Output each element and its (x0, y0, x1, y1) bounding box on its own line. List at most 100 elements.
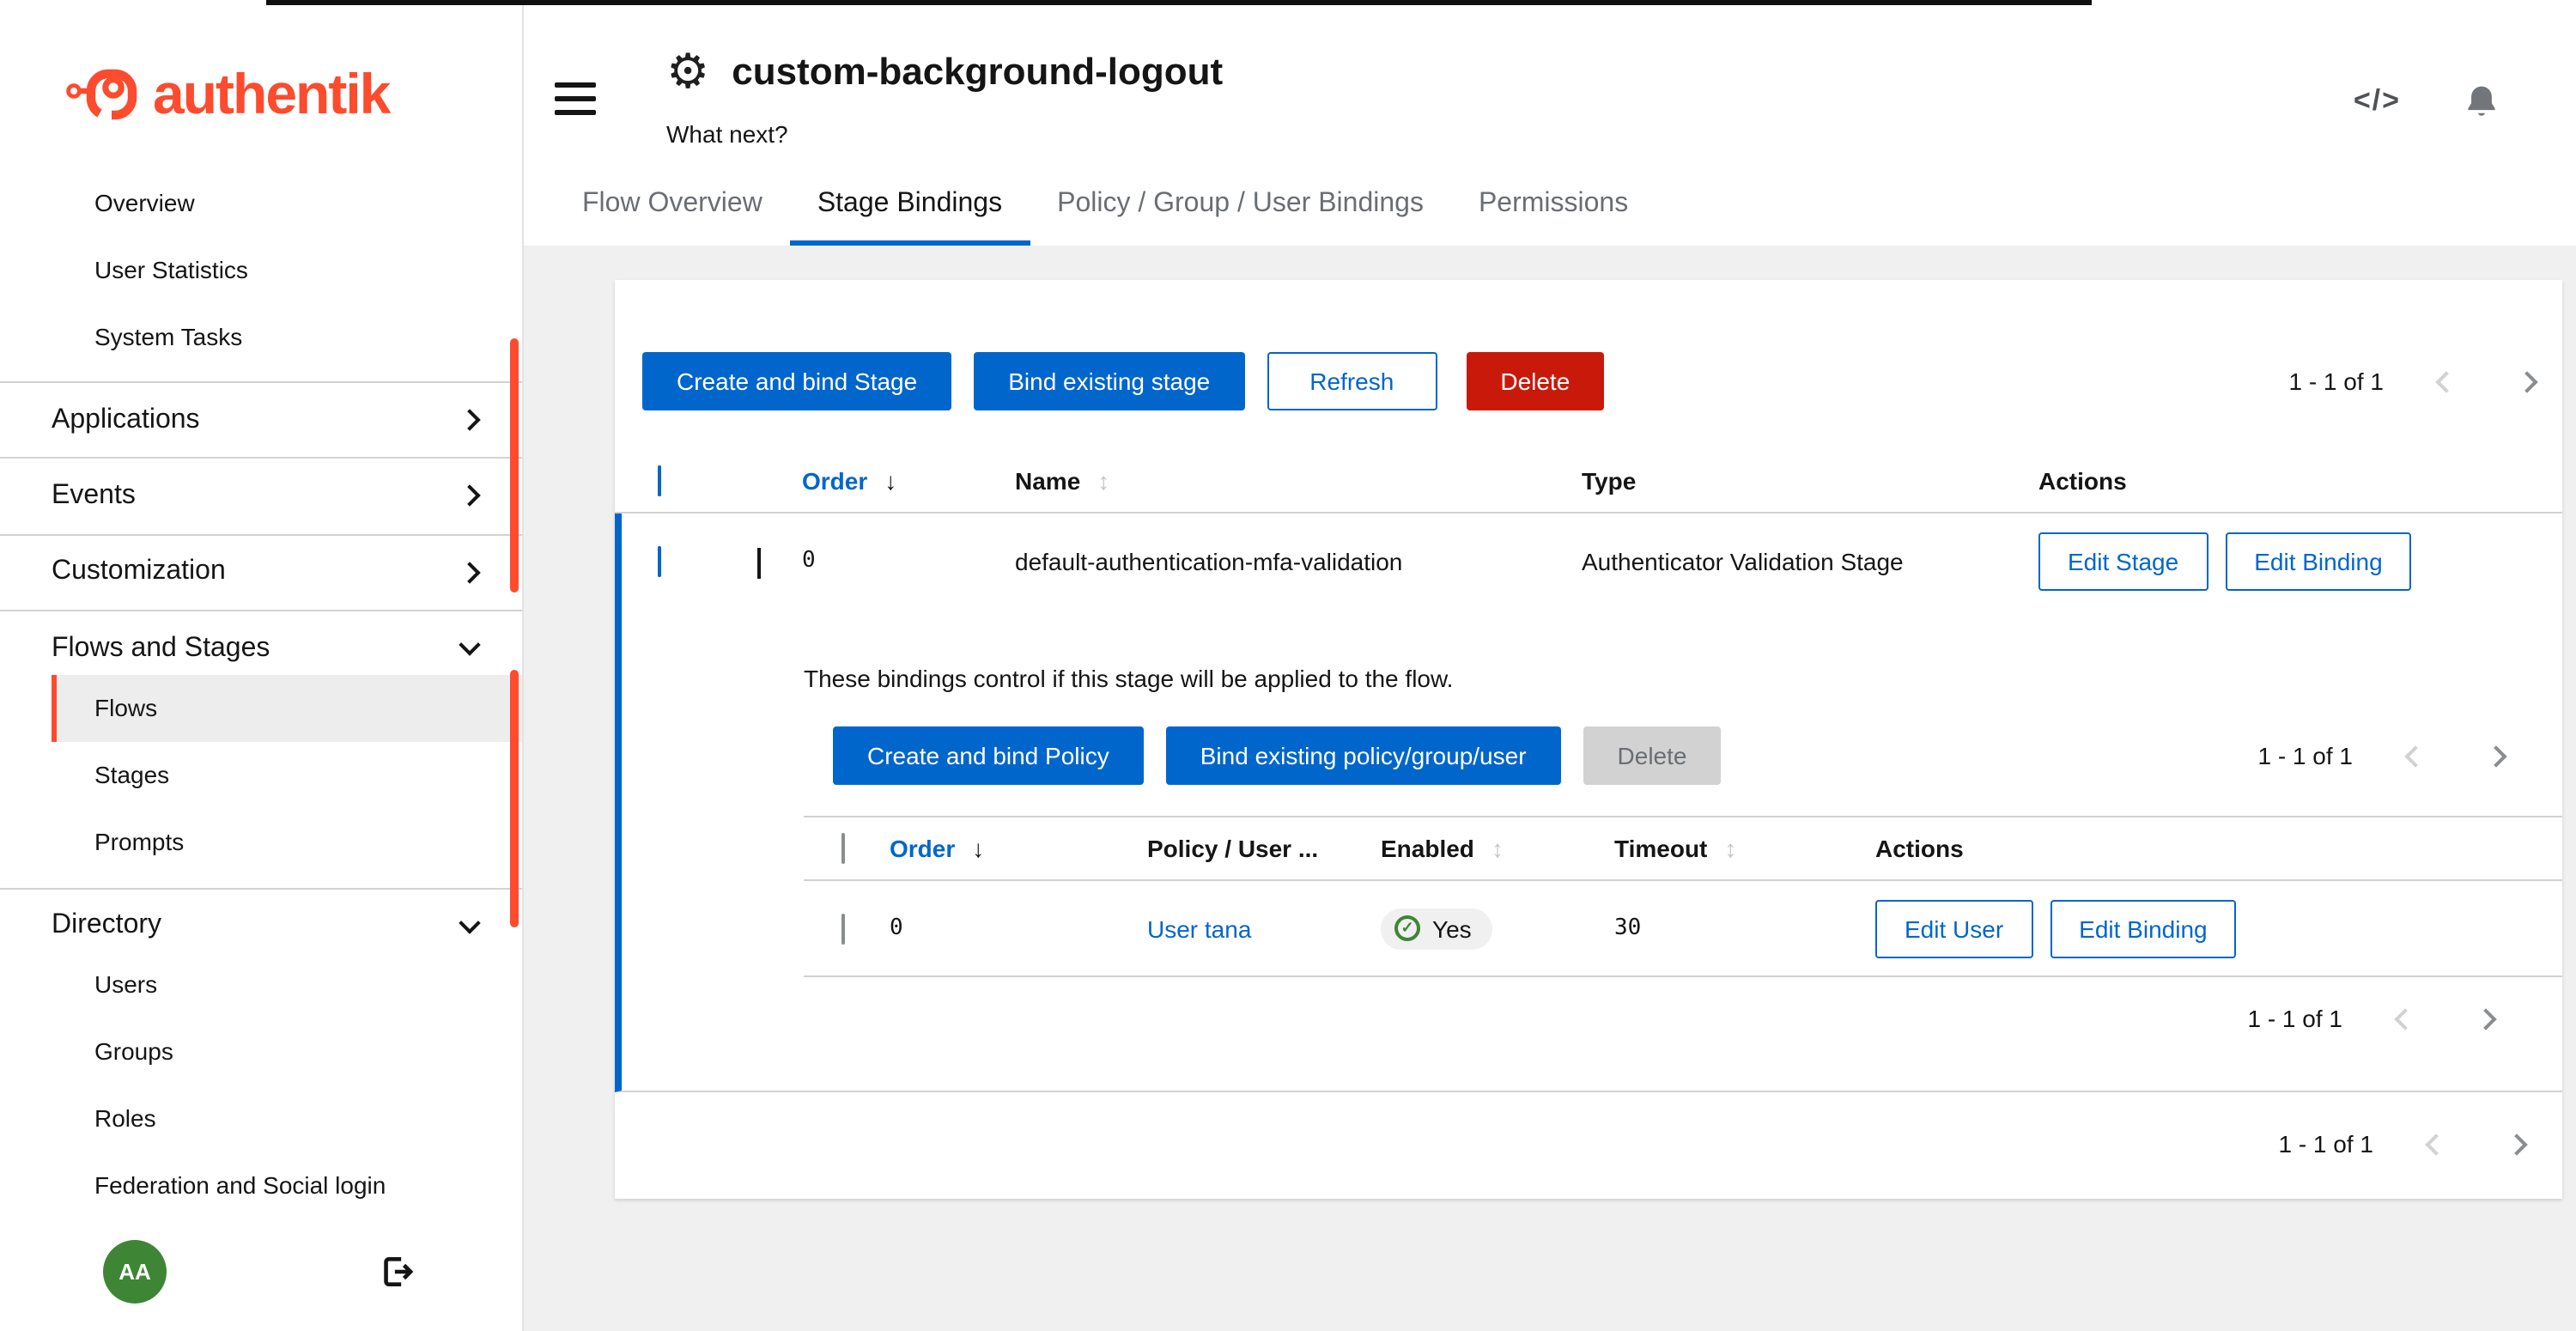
sidebar-item-stages[interactable]: Stages (52, 741, 522, 808)
page-title: custom-background-logout (732, 50, 1223, 94)
binding-user-link[interactable]: User tana (1147, 915, 1251, 942)
stage-order-value: 0 (802, 548, 1015, 574)
sidebar-section-applications[interactable]: Applications (0, 394, 522, 445)
check-circle-icon: ✓ (1394, 915, 1420, 941)
column-enabled[interactable]: Enabled↕ (1381, 835, 1614, 862)
sidebar-item-federation-social-login[interactable]: Federation and Social login (52, 1152, 522, 1219)
column-actions: Actions (2038, 466, 2562, 494)
stage-type: Authenticator Validation Stage (1582, 547, 2038, 574)
bindings-description: These bindings control if this stage wil… (804, 665, 2562, 692)
row-expander-chevron-icon[interactable] (757, 547, 761, 578)
stage-row-expansion: These bindings control if this stage wil… (622, 608, 2562, 1091)
chevron-right-icon (459, 485, 480, 507)
sidebar-item-prompts[interactable]: Prompts (52, 808, 522, 875)
bindings-pagination-top: 1 - 1 of 1 (2257, 742, 2504, 769)
column-policy-user[interactable]: Policy / User ... (1147, 835, 1381, 862)
bind-existing-stage-button[interactable]: Bind existing stage (974, 352, 1244, 410)
refresh-button[interactable]: Refresh (1267, 352, 1437, 410)
sidebar-section-flows-and-stages[interactable]: Flows and Stages (0, 623, 522, 674)
page-header: ⚙ custom-background-logout What next? </… (524, 0, 2576, 246)
chevron-down-icon (459, 635, 480, 656)
logout-icon[interactable] (380, 1254, 416, 1290)
hamburger-menu-icon[interactable] (555, 82, 596, 115)
pagination-prev-icon[interactable] (2404, 745, 2426, 766)
row-checkbox[interactable] (658, 545, 661, 576)
column-timeout[interactable]: Timeout↕ (1614, 835, 1875, 862)
enabled-status-badge: ✓ Yes (1381, 908, 1492, 949)
sidebar-scrollbar-thumb[interactable] (510, 338, 519, 593)
stage-bindings-card: Create and bind Stage Bind existing stag… (615, 280, 2562, 1199)
content-area: Create and bind Stage Bind existing stag… (524, 246, 2576, 1331)
column-actions: Actions (1875, 835, 2562, 862)
edit-binding-button[interactable]: Edit Binding (2050, 899, 2236, 957)
bindings-pagination-bottom: 1 - 1 of 1 (2247, 1005, 2494, 1032)
pagination-prev-icon[interactable] (2425, 1133, 2446, 1154)
select-all-bindings-checkbox[interactable] (841, 833, 845, 864)
authentik-logo-icon (65, 64, 141, 125)
sidebar-section-customization[interactable]: Customization (0, 547, 522, 598)
pagination-next-icon[interactable] (2516, 370, 2537, 392)
sidebar-item-users[interactable]: Users (52, 951, 522, 1018)
sidebar-item-user-statistics[interactable]: User Statistics (0, 235, 522, 302)
edit-user-button[interactable]: Edit User (1875, 899, 2032, 957)
column-order[interactable]: Order↓ (802, 466, 1015, 494)
create-and-bind-stage-button[interactable]: Create and bind Stage (642, 352, 951, 410)
sort-desc-icon: ↓ (884, 466, 896, 494)
create-and-bind-policy-button[interactable]: Create and bind Policy (833, 726, 1144, 785)
column-order[interactable]: Order↓ (890, 835, 1147, 862)
sidebar-top-nav: Overview User Statistics System Tasks (0, 168, 522, 369)
edit-stage-button[interactable]: Edit Stage (2038, 532, 2208, 590)
sidebar-item-system-tasks[interactable]: System Tasks (0, 302, 522, 369)
chevron-right-icon (459, 562, 480, 583)
pagination-prev-icon[interactable] (2435, 370, 2457, 392)
title-block: ⚙ custom-background-logout What next? (666, 45, 1223, 148)
column-name[interactable]: Name↕ (1015, 466, 1582, 494)
edit-binding-button[interactable]: Edit Binding (2225, 532, 2411, 590)
sidebar-divider (0, 381, 522, 382)
sort-icon: ↕ (1724, 835, 1736, 862)
sort-icon: ↕ (1097, 466, 1109, 494)
select-all-checkbox[interactable] (658, 465, 661, 495)
sidebar-scrollbar-thumb[interactable] (510, 670, 519, 927)
stage-table-row: 0 default-authentication-mfa-validation … (622, 514, 2562, 608)
delete-stage-button[interactable]: Delete (1466, 352, 1604, 410)
pagination-next-icon[interactable] (2506, 1133, 2527, 1154)
sidebar-item-roles[interactable]: Roles (52, 1085, 522, 1152)
main-area: ⚙ custom-background-logout What next? </… (524, 0, 2576, 1331)
bindings-toolbar: Create and bind Policy Bind existing pol… (833, 726, 2504, 785)
pagination-next-icon[interactable] (2475, 1007, 2496, 1029)
pagination-range: 1 - 1 of 1 (2288, 368, 2384, 395)
sidebar-divider (0, 610, 522, 611)
binding-timeout-value: 30 (1614, 915, 1875, 941)
sidebar-divider (0, 534, 522, 535)
bindings-table-header: Order↓ Policy / User ... Enabled↕ Timeou… (804, 816, 2562, 881)
sidebar-divider (0, 887, 522, 888)
sidebar-item-flows[interactable]: Flows (52, 674, 522, 741)
flow-gear-icon: ⚙ (666, 48, 709, 96)
sidebar-item-groups[interactable]: Groups (52, 1018, 522, 1085)
pagination-prev-icon[interactable] (2394, 1007, 2415, 1029)
window-top-edge (266, 0, 2092, 5)
authentik-logo[interactable]: authentik (65, 62, 522, 127)
binding-row-checkbox[interactable] (841, 913, 845, 944)
sidebar-section-directory[interactable]: Directory (0, 901, 522, 951)
tab-stage-bindings[interactable]: Stage Bindings (790, 172, 1030, 246)
avatar[interactable]: AA (103, 1240, 167, 1304)
stage-name: default-authentication-mfa-validation (1015, 547, 1582, 574)
sidebar-section-events[interactable]: Events (0, 471, 522, 521)
bind-existing-policy-group-user-button[interactable]: Bind existing policy/group/user (1166, 726, 1561, 785)
pagination-next-icon[interactable] (2485, 745, 2506, 766)
tab-policy-group-user-bindings[interactable]: Policy / Group / User Bindings (1030, 172, 1451, 246)
tab-bar: Flow Overview Stage Bindings Policy / Gr… (524, 172, 2576, 246)
stage-table-header: Order↓ Name↕ Type Actions (615, 448, 2562, 514)
stage-pagination-bottom: 1 - 1 of 1 (2278, 1130, 2524, 1158)
sidebar-item-overview[interactable]: Overview (0, 168, 522, 235)
pagination-range: 1 - 1 of 1 (2247, 1005, 2342, 1032)
api-code-icon[interactable]: </> (2354, 84, 2401, 119)
sort-desc-icon: ↓ (972, 835, 984, 862)
tab-flow-overview[interactable]: Flow Overview (555, 172, 790, 246)
bindings-table: Order↓ Policy / User ... Enabled↕ Timeou… (804, 816, 2562, 977)
tab-permissions[interactable]: Permissions (1451, 172, 1656, 246)
chevron-right-icon (459, 409, 480, 430)
notification-bell-icon[interactable] (2463, 82, 2500, 120)
